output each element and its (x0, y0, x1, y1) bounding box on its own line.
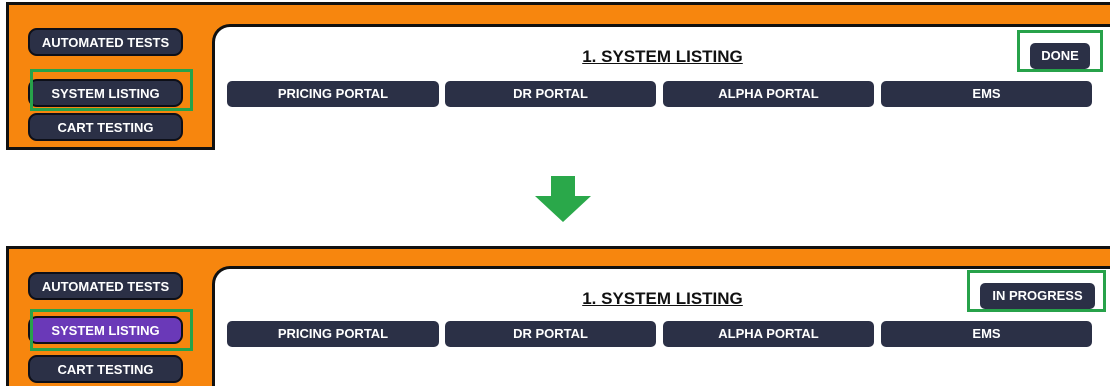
tab-ems[interactable]: EMS (881, 321, 1092, 347)
automated-tests-button[interactable]: AUTOMATED TESTS (28, 272, 183, 300)
arrow-down-icon (535, 176, 591, 222)
tab-alpha-portal[interactable]: ALPHA PORTAL (663, 81, 874, 107)
tab-pricing-portal[interactable]: PRICING PORTAL (227, 81, 439, 107)
page-title: 1. SYSTEM LISTING (582, 289, 743, 308)
automated-tests-button[interactable]: AUTOMATED TESTS (28, 28, 183, 56)
tab-alpha-portal[interactable]: ALPHA PORTAL (663, 321, 874, 347)
status-button[interactable]: IN PROGRESS (980, 283, 1095, 309)
system-listing-button[interactable]: SYSTEM LISTING (28, 316, 183, 344)
system-listing-button[interactable]: SYSTEM LISTING (28, 79, 183, 107)
tab-dr-portal[interactable]: DR PORTAL (445, 321, 656, 347)
tab-ems[interactable]: EMS (881, 81, 1092, 107)
cart-testing-button[interactable]: CART TESTING (28, 355, 183, 383)
content-area: 1. SYSTEM LISTING DONE PRICING PORTAL DR… (212, 24, 1110, 150)
tab-dr-portal[interactable]: DR PORTAL (445, 81, 656, 107)
status-button[interactable]: DONE (1030, 43, 1090, 69)
tab-pricing-portal[interactable]: PRICING PORTAL (227, 321, 439, 347)
page-title: 1. SYSTEM LISTING (582, 47, 743, 66)
content-area: 1. SYSTEM LISTING IN PROGRESS PRICING PO… (212, 266, 1110, 386)
cart-testing-button[interactable]: CART TESTING (28, 113, 183, 141)
